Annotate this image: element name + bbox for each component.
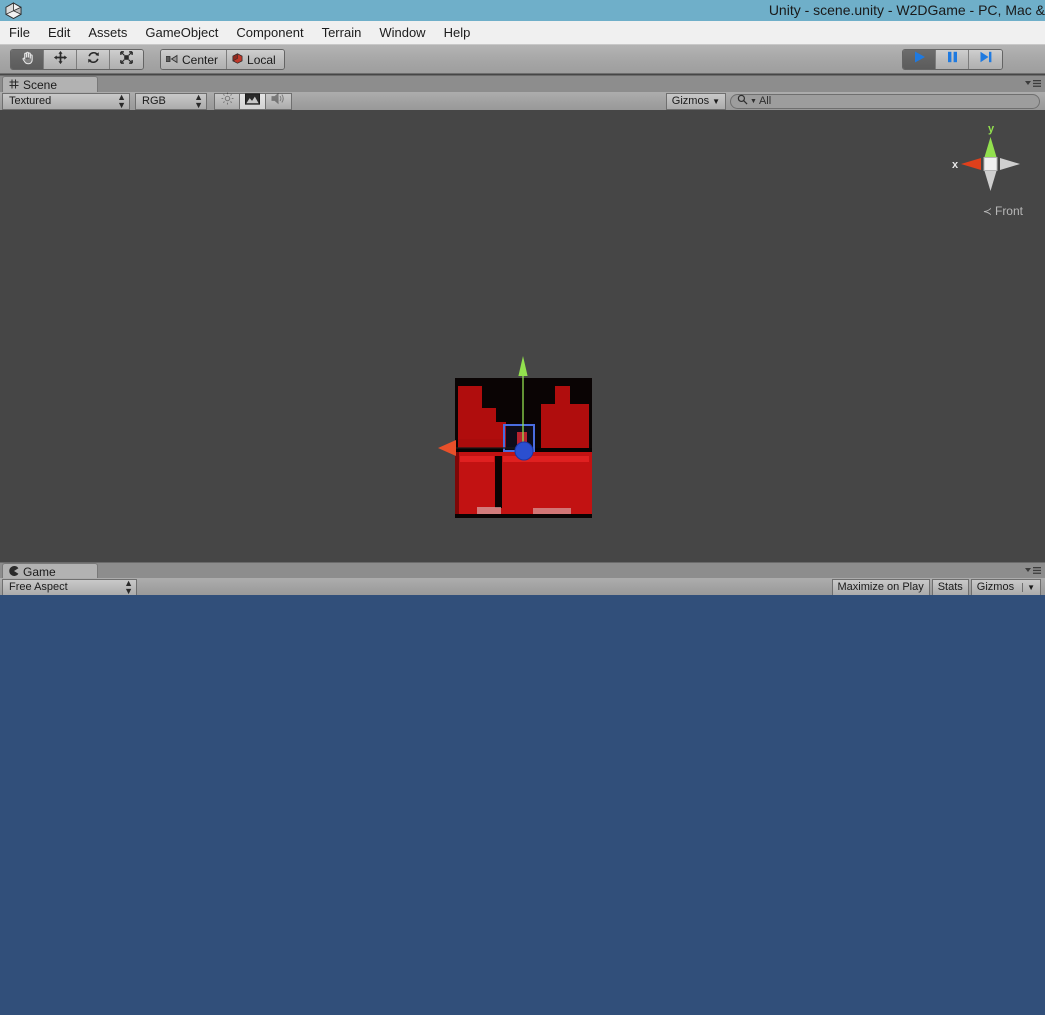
menu-item-help[interactable]: Help	[435, 22, 480, 44]
game-aspect-value: Free Aspect	[9, 581, 68, 593]
gizmo-axis-y-cone	[984, 137, 997, 157]
move-tool-button[interactable]	[44, 50, 77, 69]
scene-orientation-label-group[interactable]: ≺ Front	[983, 204, 1023, 218]
pivot-mode-label: Center	[182, 52, 219, 67]
menu-item-file[interactable]: File	[0, 22, 39, 44]
pivot-rotation-button[interactable]: Local	[227, 50, 284, 69]
scene-lighting-toggle[interactable]	[214, 92, 240, 110]
maximize-on-play-button[interactable]: Maximize on Play	[831, 578, 930, 596]
speaker-icon	[271, 92, 286, 110]
scene-search-input[interactable]: ▼ All	[730, 93, 1040, 109]
main-toolbar: Center Local	[0, 45, 1045, 74]
game-aspect-dropdown[interactable]: Free Aspect ▲ ▼	[2, 578, 137, 596]
scene-gizmos-dropdown[interactable]: Gizmos ▼	[665, 92, 726, 110]
menubar: File Edit Assets GameObject Component Te…	[0, 21, 1045, 45]
pause-button[interactable]	[936, 50, 969, 69]
hand-tool-button[interactable]	[11, 50, 44, 69]
scene-orientation-label: Front	[994, 204, 1023, 218]
scene-fx-toggle[interactable]	[240, 92, 266, 110]
scene-audio-toggle[interactable]	[266, 92, 292, 110]
menu-item-terrain[interactable]: Terrain	[313, 22, 371, 44]
pivot-mode-button[interactable]: Center	[161, 50, 228, 69]
step-button[interactable]	[969, 50, 1002, 69]
rotate-icon	[86, 50, 101, 69]
scene-grid-icon	[9, 78, 19, 92]
playback-controls-group	[902, 49, 1003, 70]
chevron-updown-icon: ▲ ▼	[194, 92, 203, 110]
game-gizmos-label: Gizmos	[976, 581, 1015, 593]
scene-color-mode-dropdown[interactable]: RGB ▲ ▼	[135, 92, 207, 110]
unity-logo-icon	[3, 1, 23, 21]
menu-item-assets[interactable]: Assets	[79, 22, 136, 44]
chevron-down-icon: ▼	[712, 96, 720, 106]
window-titlebar: Unity - scene.unity - W2DGame - PC, Mac …	[0, 0, 1045, 21]
pivot-center-icon	[165, 53, 178, 67]
play-button[interactable]	[903, 50, 936, 69]
chevron-down-icon: ▼	[1022, 582, 1035, 592]
scene-panel-tabbar: Scene	[0, 75, 1045, 93]
scale-tool-button[interactable]	[110, 50, 143, 69]
scene-draw-mode-value: Textured	[9, 95, 52, 107]
tab-scene-label: Scene	[23, 78, 58, 92]
scale-icon	[119, 50, 134, 69]
gizmo-axis-x-cone	[961, 158, 981, 170]
chevron-left-icon: ≺	[982, 205, 992, 218]
pivot-tools-group: Center Local	[160, 49, 285, 70]
pivot-rotation-label: Local	[247, 52, 276, 67]
scene-gizmos-label: Gizmos	[671, 95, 710, 107]
rotate-tool-button[interactable]	[77, 50, 110, 69]
chevron-updown-icon: ▲ ▼	[117, 92, 126, 110]
window-title: Unity - scene.unity - W2DGame - PC, Mac …	[768, 2, 1045, 18]
move-arrows-icon	[53, 50, 68, 69]
scene-draw-mode-dropdown[interactable]: Textured ▲ ▼	[2, 92, 130, 110]
gizmo-axis-y-label: y	[988, 123, 995, 135]
gizmo-axis-negx-cone	[1000, 158, 1020, 170]
gizmo-center-cube	[983, 157, 998, 171]
gizmo-axis-negy-cone	[984, 171, 997, 191]
scene-toggles-group	[214, 92, 292, 110]
game-pacman-icon	[9, 565, 19, 579]
scene-panel-options-icon[interactable]	[1022, 77, 1042, 90]
step-forward-icon	[978, 50, 993, 69]
game-gizmos-dropdown[interactable]: Gizmos ▼	[970, 578, 1041, 596]
maximize-on-play-label: Maximize on Play	[837, 581, 924, 593]
game-view-viewport[interactable]	[0, 595, 1045, 1015]
tab-game-label: Game	[23, 565, 56, 579]
hand-icon	[20, 50, 35, 69]
search-dropdown-arrow-icon[interactable]: ▼	[750, 98, 757, 105]
image-icon	[245, 92, 260, 110]
scene-panel-toolbar: Textured ▲ ▼ RGB ▲ ▼ Gizmos ▼ ▼ All	[0, 92, 1045, 111]
move-gizmo[interactable]	[430, 350, 610, 480]
stats-button[interactable]: Stats	[931, 578, 969, 596]
pivot-local-icon	[232, 52, 243, 67]
gizmo-axis-x-label: x	[952, 159, 959, 171]
menu-item-gameobject[interactable]: GameObject	[136, 22, 227, 44]
transform-tools-group	[10, 49, 144, 70]
menu-item-edit[interactable]: Edit	[39, 22, 79, 44]
scene-view-viewport[interactable]: y x ≺ Front	[0, 110, 1045, 558]
stats-label: Stats	[937, 581, 963, 593]
search-icon	[737, 94, 748, 108]
game-panel-tabbar: Game	[0, 562, 1045, 580]
sun-icon	[221, 92, 234, 110]
game-panel-options-icon[interactable]	[1022, 564, 1042, 577]
pause-icon	[946, 50, 959, 69]
scene-color-mode-value: RGB	[142, 95, 166, 107]
tab-scene[interactable]: Scene	[2, 76, 98, 93]
scene-search-value: All	[758, 95, 772, 107]
play-icon	[912, 50, 927, 69]
menu-item-window[interactable]: Window	[370, 22, 434, 44]
menu-item-component[interactable]: Component	[227, 22, 312, 44]
chevron-updown-icon: ▲ ▼	[124, 578, 133, 596]
